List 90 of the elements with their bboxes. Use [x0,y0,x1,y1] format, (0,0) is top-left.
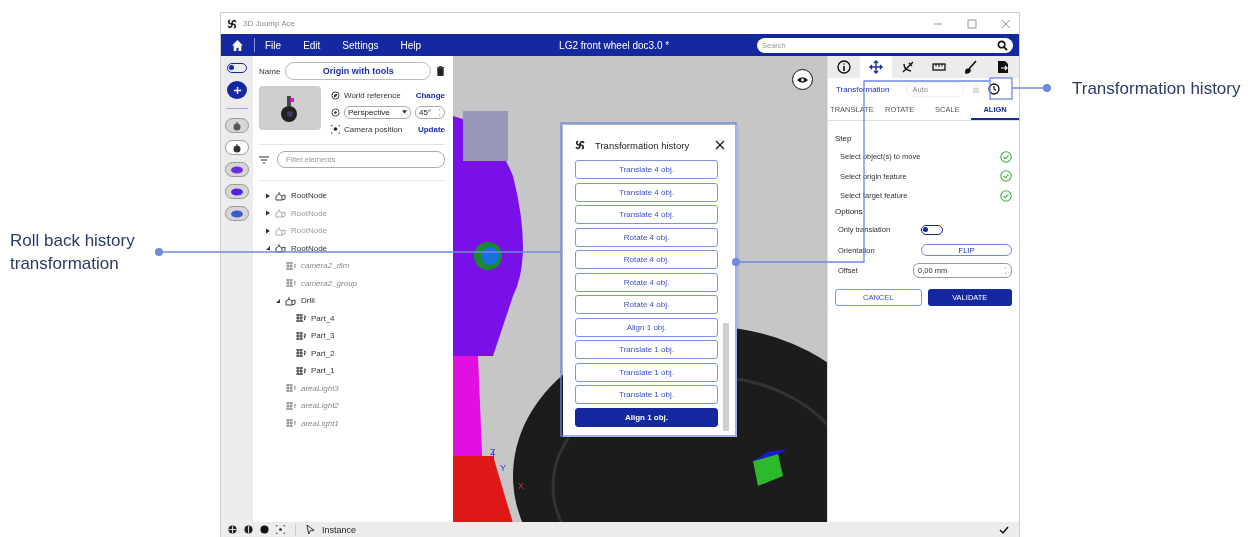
dialog-title: Transformation history [595,139,691,151]
history-entry[interactable]: Rotate 4 obj. [575,295,718,314]
model-thumbnail-button[interactable] [225,162,249,177]
caret-icon[interactable] [402,110,407,114]
callout-text: Roll back history transformation [10,230,136,275]
axis-label: X [518,481,524,491]
tree-node-label[interactable]: areaLight3 [301,383,339,393]
tree-node-label[interactable]: camera2_dim [301,261,350,271]
menu-item[interactable]: File [265,39,282,51]
history-entry[interactable]: Translate 4 obj. [575,205,718,224]
scrollbar-thumb[interactable] [723,323,729,431]
change-link[interactable]: Change [415,90,445,100]
tree-node-label[interactable]: Part_2 [311,348,335,358]
collapsed-arrow-icon[interactable] [265,192,271,199]
menu-item[interactable]: Settings [342,39,379,51]
expanded-arrow-icon[interactable] [275,297,281,304]
checkmark-icon[interactable] [999,524,1009,535]
tree-node-label[interactable]: Drill [301,296,315,306]
model-thumbnail-button[interactable] [225,206,249,221]
world-reference-label: World reference [344,90,401,100]
model-thumbnail-icon[interactable] [229,208,245,219]
leader-line [1011,84,1051,92]
eye-icon[interactable] [797,75,808,84]
highlight-frame [989,77,1013,100]
satellite-icon[interactable] [900,60,915,74]
model-thumbnail-button[interactable] [225,140,249,155]
camera-preview-drawing [259,86,321,130]
tree-node-label[interactable]: Part_3 [311,331,335,341]
history-clock-icon[interactable] [987,83,1000,95]
axis-label: Y [500,463,506,473]
fov-spinbox[interactable]: 45° [415,105,445,119]
add-button[interactable] [227,81,247,99]
app-logo-icon [227,18,237,29]
tree-node-label[interactable]: Part_1 [311,366,335,376]
move-icon[interactable] [868,60,883,74]
filter-icon[interactable] [259,155,269,164]
app-logo-icon [575,140,585,150]
camera-position-icon [331,124,340,134]
model-thumbnail-icon[interactable] [229,164,245,175]
history-entry[interactable]: Align 1 obj. [575,407,718,427]
document-title: LG2 front wheel doc3.0 * [559,39,671,51]
brush-icon[interactable] [964,60,979,74]
history-entry[interactable]: Translate 4 obj. [575,160,718,179]
trash-icon[interactable] [436,65,445,77]
model-thumbnail-button[interactable] [225,184,249,199]
tree-node-label[interactable]: areaLight2 [301,401,339,411]
home-icon[interactable] [231,38,244,52]
shading-icon[interactable] [228,525,237,534]
search-icon[interactable] [997,39,1008,51]
history-entry[interactable]: Align 1 obj. [575,317,718,337]
history-entry[interactable]: Translate 1 obj. [575,340,718,359]
callout-text: Transformation history [1072,78,1241,100]
close-icon[interactable] [715,140,725,150]
selection-mode-label: Instance [322,524,357,535]
history-entry[interactable]: Translate 4 obj. [575,182,718,202]
menu-item[interactable]: Edit [303,39,321,51]
options-heading: Options [835,206,864,216]
tree-node-label[interactable]: camera2_group [301,278,358,288]
history-entry[interactable]: Rotate 4 obj. [575,227,718,247]
section-title: Transformation [836,84,890,94]
menu-item[interactable]: Help [400,39,422,51]
camera-position-label: Camera position [344,124,403,134]
focus-icon[interactable] [276,525,285,534]
model-thumbnail-button[interactable] [225,118,249,133]
history-entry[interactable]: Rotate 4 obj. [575,250,718,269]
window-title: 3D Juump Ace [243,19,296,28]
step-heading: Step [835,134,853,143]
tree-node-label[interactable]: RootNode [291,191,328,201]
history-entry[interactable]: Rotate 4 obj. [575,272,718,292]
tree-node-label[interactable]: Part_4 [311,313,335,323]
pointer-icon[interactable] [306,525,315,534]
info-icon[interactable] [836,60,851,74]
name-label: Name [259,66,281,76]
compass-icon [331,90,340,100]
plus-icon[interactable] [232,85,242,95]
solid-sphere-icon[interactable] [260,525,269,534]
history-entry[interactable]: Translate 1 obj. [575,385,718,404]
update-link[interactable]: Update [417,124,445,134]
panel-tab[interactable] [859,56,892,78]
tree-node-label[interactable]: RootNode [291,243,328,253]
document-export-icon[interactable] [996,60,1011,74]
model-thumbnail-icon[interactable] [229,186,245,197]
expanded-arrow-icon[interactable] [265,245,271,252]
projection-icon [331,107,340,117]
wireframe-icon[interactable] [244,525,253,534]
ruler-icon[interactable] [932,60,947,74]
tree-node-label[interactable]: areaLight1 [301,418,339,428]
projection-dropdown[interactable]: Perspective [344,105,411,119]
history-entry[interactable]: Translate 1 obj. [575,362,718,382]
visibility-button[interactable] [792,69,813,90]
